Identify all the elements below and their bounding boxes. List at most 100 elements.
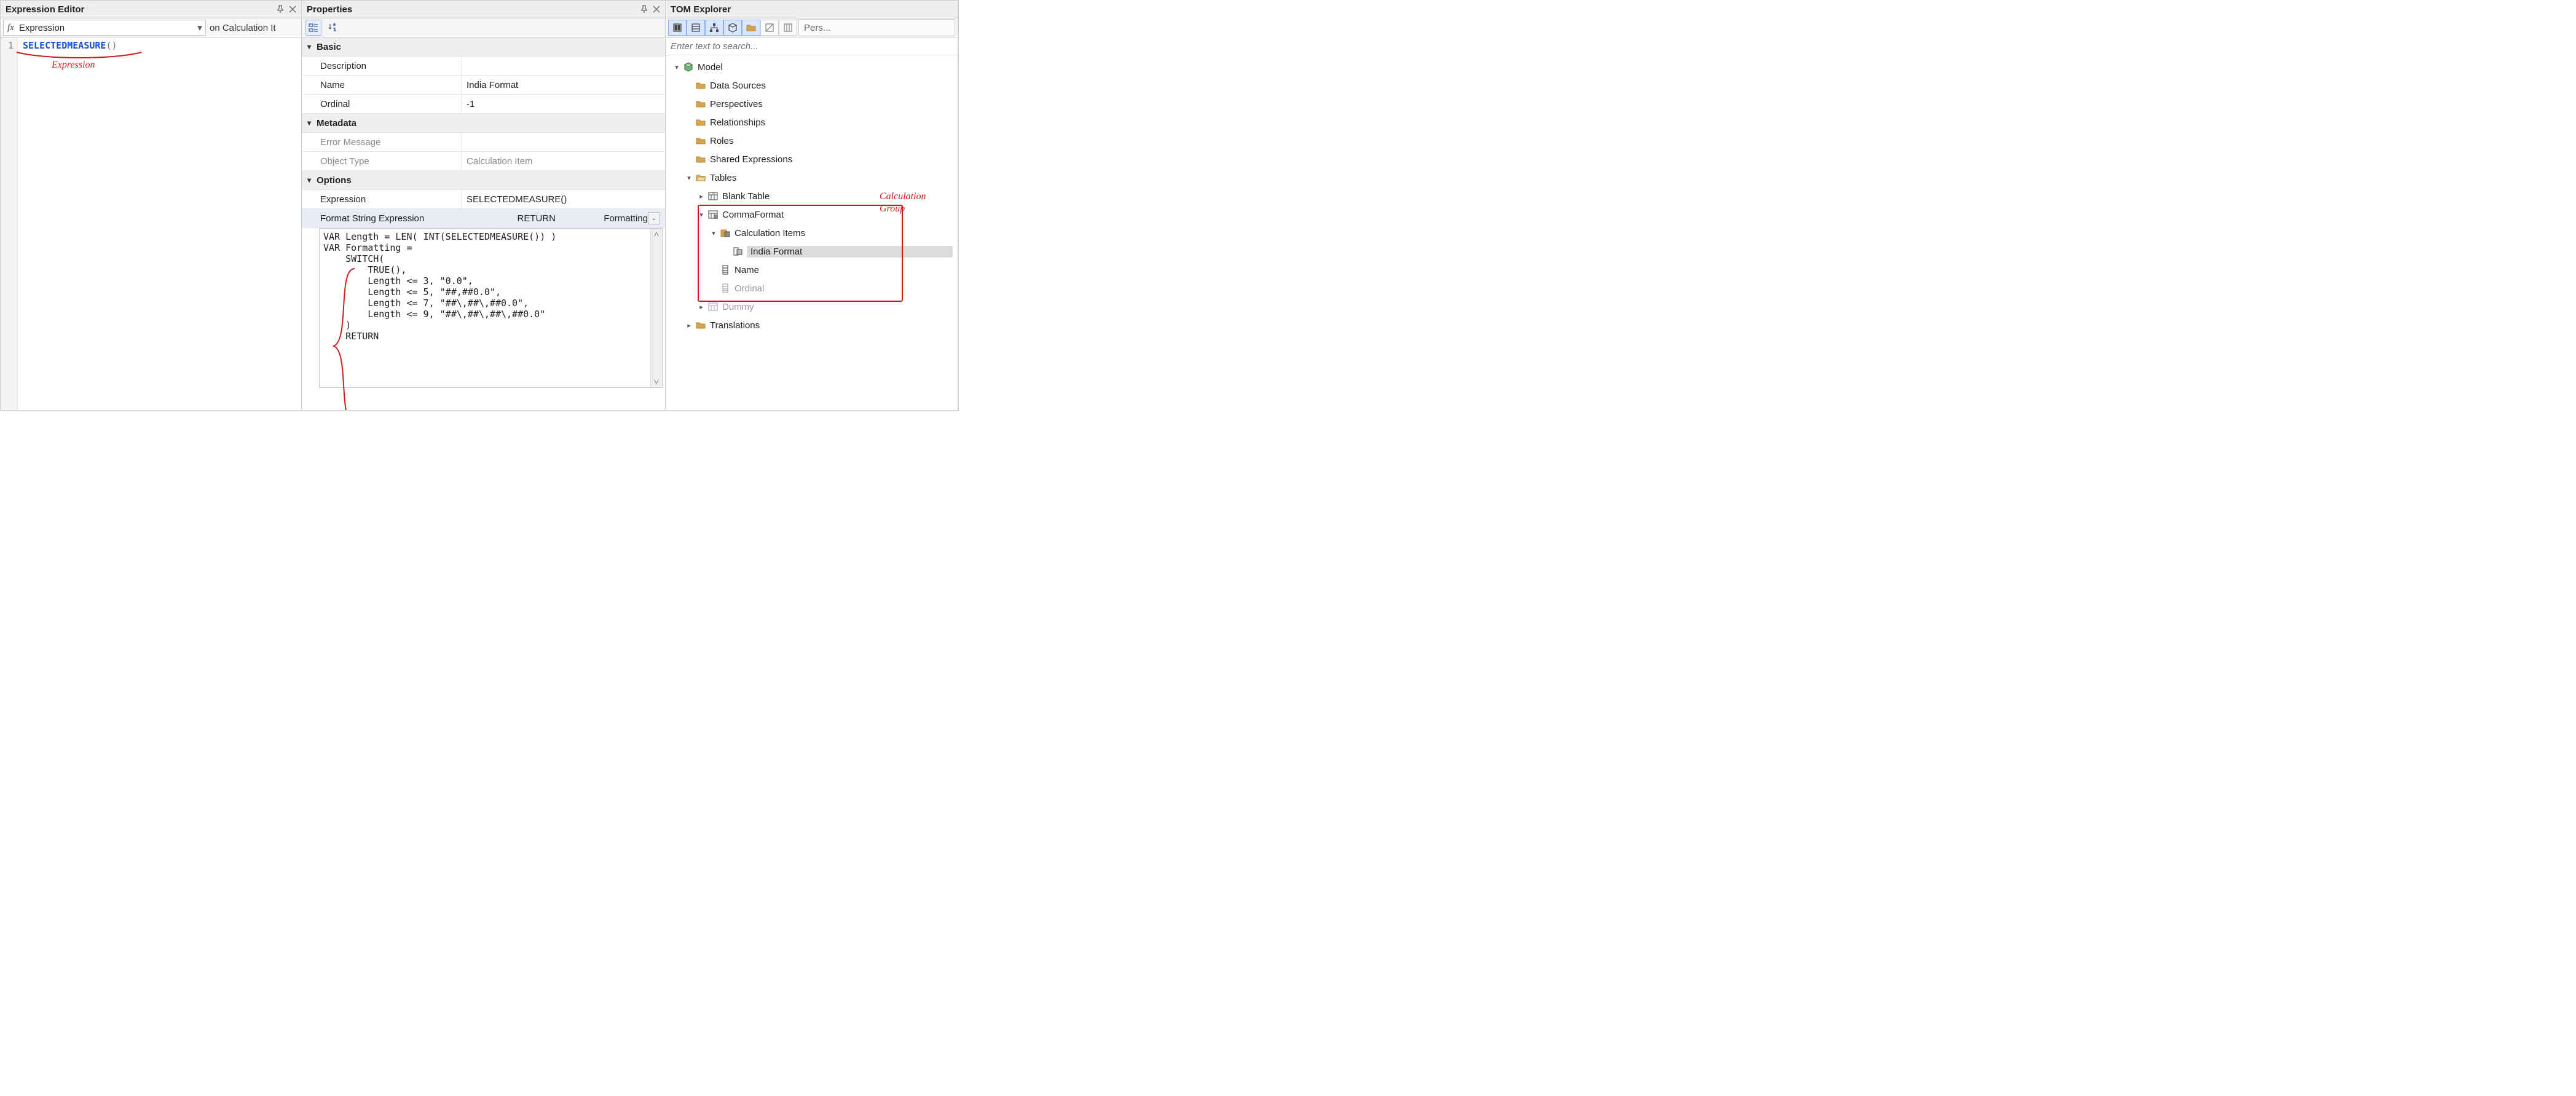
property-key: Name bbox=[302, 76, 462, 94]
panel-header-properties: Properties bbox=[302, 1, 665, 18]
property-row-description[interactable]: Description bbox=[302, 57, 665, 76]
tree-label: Translations bbox=[710, 320, 953, 331]
chevron-down-icon[interactable]: ▾ bbox=[302, 42, 317, 51]
property-category-metadata[interactable]: ▾ Metadata bbox=[302, 114, 665, 133]
calculation-group-icon bbox=[707, 209, 719, 220]
property-key: Description bbox=[302, 57, 462, 75]
tree-node-translations[interactable]: ▸ Translations bbox=[666, 316, 958, 334]
tree-node-relationships[interactable]: Relationships bbox=[666, 113, 958, 132]
property-value: Calculation Item bbox=[462, 152, 665, 170]
tree-node-shared-expressions[interactable]: Shared Expressions bbox=[666, 150, 958, 168]
property-row-ordinal[interactable]: Ordinal -1 bbox=[302, 95, 665, 114]
tree-label: Roles bbox=[710, 136, 953, 146]
tree-label: India Format bbox=[747, 246, 953, 258]
pin-icon[interactable] bbox=[275, 4, 285, 14]
tree-label: Data Sources bbox=[710, 81, 953, 91]
expression-toolbar: fx Expression ▾ on Calculation It bbox=[1, 18, 301, 37]
categorized-view-button[interactable] bbox=[305, 20, 321, 36]
chevron-down-icon[interactable]: ▾ bbox=[696, 211, 706, 219]
chevron-down-icon[interactable]: ▾ bbox=[194, 22, 205, 33]
expression-code-area[interactable]: 1 SELECTEDMEASURE() Expression bbox=[1, 37, 301, 410]
dropdown-caret-icon[interactable]: ⌄ bbox=[648, 212, 660, 224]
dax-function: SELECTEDMEASURE bbox=[23, 40, 106, 51]
svg-text:fx: fx bbox=[712, 192, 715, 195]
pin-icon[interactable] bbox=[639, 4, 649, 14]
fse-right: Formatting bbox=[604, 213, 648, 224]
tom-search[interactable] bbox=[666, 37, 958, 55]
tree-node-blank-table[interactable]: ▸ fx Blank Table bbox=[666, 187, 958, 205]
chevron-right-icon[interactable]: ▸ bbox=[696, 303, 706, 311]
scroll-down-icon[interactable]: ˅ bbox=[651, 376, 662, 387]
chevron-down-icon[interactable]: ▾ bbox=[302, 176, 317, 184]
search-input[interactable] bbox=[666, 37, 958, 55]
folder-icon bbox=[695, 80, 706, 91]
folder-open-icon bbox=[695, 172, 706, 183]
property-value[interactable]: . RETURN Formatting ⌄ bbox=[462, 209, 665, 227]
tree-label: Blank Table bbox=[722, 191, 953, 202]
property-key: Ordinal bbox=[302, 95, 462, 113]
column-icon bbox=[720, 264, 731, 275]
chevron-down-icon[interactable]: ▾ bbox=[684, 174, 694, 182]
property-grid: ▾ Basic Description Name India Format Or… bbox=[302, 37, 665, 410]
tree-node-name-column[interactable]: Name bbox=[666, 261, 958, 279]
chevron-down-icon[interactable]: ▾ bbox=[672, 63, 682, 71]
filter-partitions-button[interactable] bbox=[723, 20, 742, 36]
format-string-expression-editor[interactable]: VAR Length = LEN( INT(SELECTEDMEASURE())… bbox=[319, 228, 663, 388]
tree-node-model[interactable]: ▾ Model bbox=[666, 58, 958, 76]
scroll-up-icon[interactable]: ˄ bbox=[651, 229, 662, 240]
tree-node-calculation-items[interactable]: ▾ Calculation Items bbox=[666, 224, 958, 242]
chevron-right-icon[interactable]: ▸ bbox=[696, 192, 706, 200]
tom-tree[interactable]: ▾ Model Data Sources Perspectives Relati… bbox=[666, 55, 958, 337]
chevron-down-icon[interactable]: ▾ bbox=[302, 119, 317, 127]
tree-node-ordinal-column[interactable]: Ordinal bbox=[666, 279, 958, 298]
property-value[interactable]: India Format bbox=[462, 76, 665, 94]
category-label: Metadata bbox=[317, 118, 356, 128]
tree-node-tables[interactable]: ▾ Tables bbox=[666, 168, 958, 187]
code-content[interactable]: SELECTEDMEASURE() Expression bbox=[18, 37, 301, 410]
property-value bbox=[462, 133, 665, 151]
property-category-basic[interactable]: ▾ Basic bbox=[302, 37, 665, 57]
tree-label: Relationships bbox=[710, 117, 953, 128]
filter-measures-button[interactable] bbox=[668, 20, 687, 36]
category-label: Options bbox=[317, 175, 352, 186]
chevron-down-icon[interactable]: ▾ bbox=[709, 229, 719, 237]
tree-node-datasources[interactable]: Data Sources bbox=[666, 76, 958, 95]
filter-hierarchies-button[interactable] bbox=[705, 20, 723, 36]
property-value[interactable]: SELECTEDMEASURE() bbox=[462, 190, 665, 208]
scroll-track[interactable] bbox=[651, 240, 662, 376]
filter-folders-button[interactable] bbox=[742, 20, 760, 36]
property-row-expression[interactable]: Expression SELECTEDMEASURE() bbox=[302, 190, 665, 209]
tree-label: Name bbox=[735, 265, 953, 275]
calculation-items-icon bbox=[720, 227, 731, 239]
chevron-right-icon[interactable]: ▸ bbox=[684, 321, 694, 329]
line-number: 1 bbox=[1, 40, 14, 51]
close-icon[interactable] bbox=[288, 4, 297, 14]
tree-node-perspectives[interactable]: Perspectives bbox=[666, 95, 958, 113]
perspective-dropdown[interactable]: Pers... bbox=[798, 19, 955, 36]
close-icon[interactable] bbox=[652, 4, 661, 14]
property-value[interactable]: -1 bbox=[462, 95, 665, 113]
filter-columns-button[interactable] bbox=[687, 20, 705, 36]
folder-icon bbox=[695, 135, 706, 146]
alphabetical-view-button[interactable] bbox=[325, 20, 341, 36]
scrollbar[interactable]: ˄ ˅ bbox=[650, 229, 662, 387]
expression-type-combo[interactable]: fx Expression ▾ bbox=[3, 20, 206, 36]
multiline-text[interactable]: VAR Length = LEN( INT(SELECTEDMEASURE())… bbox=[320, 229, 650, 387]
property-row-format-string-expression[interactable]: Format String Expression . RETURN Format… bbox=[302, 209, 665, 228]
table-fx-icon: fx bbox=[707, 191, 719, 202]
property-category-options[interactable]: ▾ Options bbox=[302, 171, 665, 190]
property-row-name[interactable]: Name India Format bbox=[302, 76, 665, 95]
tree-node-commaformat[interactable]: ▾ CommaFormat bbox=[666, 205, 958, 224]
tree-node-roles[interactable]: Roles bbox=[666, 132, 958, 150]
filter-hidden-button[interactable] bbox=[760, 20, 779, 36]
tree-node-dummy[interactable]: ▸ Dummy bbox=[666, 298, 958, 316]
property-value[interactable] bbox=[462, 57, 665, 75]
panel-header-expression: Expression Editor bbox=[1, 1, 301, 18]
tree-node-india-format[interactable]: India Format bbox=[666, 242, 958, 261]
folder-icon bbox=[695, 154, 706, 165]
annotation-expression: Expression bbox=[52, 60, 95, 71]
filter-all-types-button[interactable] bbox=[779, 20, 797, 36]
expression-combo-text: Expression bbox=[18, 23, 194, 33]
fx-icon: fx bbox=[4, 23, 18, 33]
panel-expression-editor: Expression Editor fx Expression ▾ on Cal… bbox=[1, 1, 302, 410]
